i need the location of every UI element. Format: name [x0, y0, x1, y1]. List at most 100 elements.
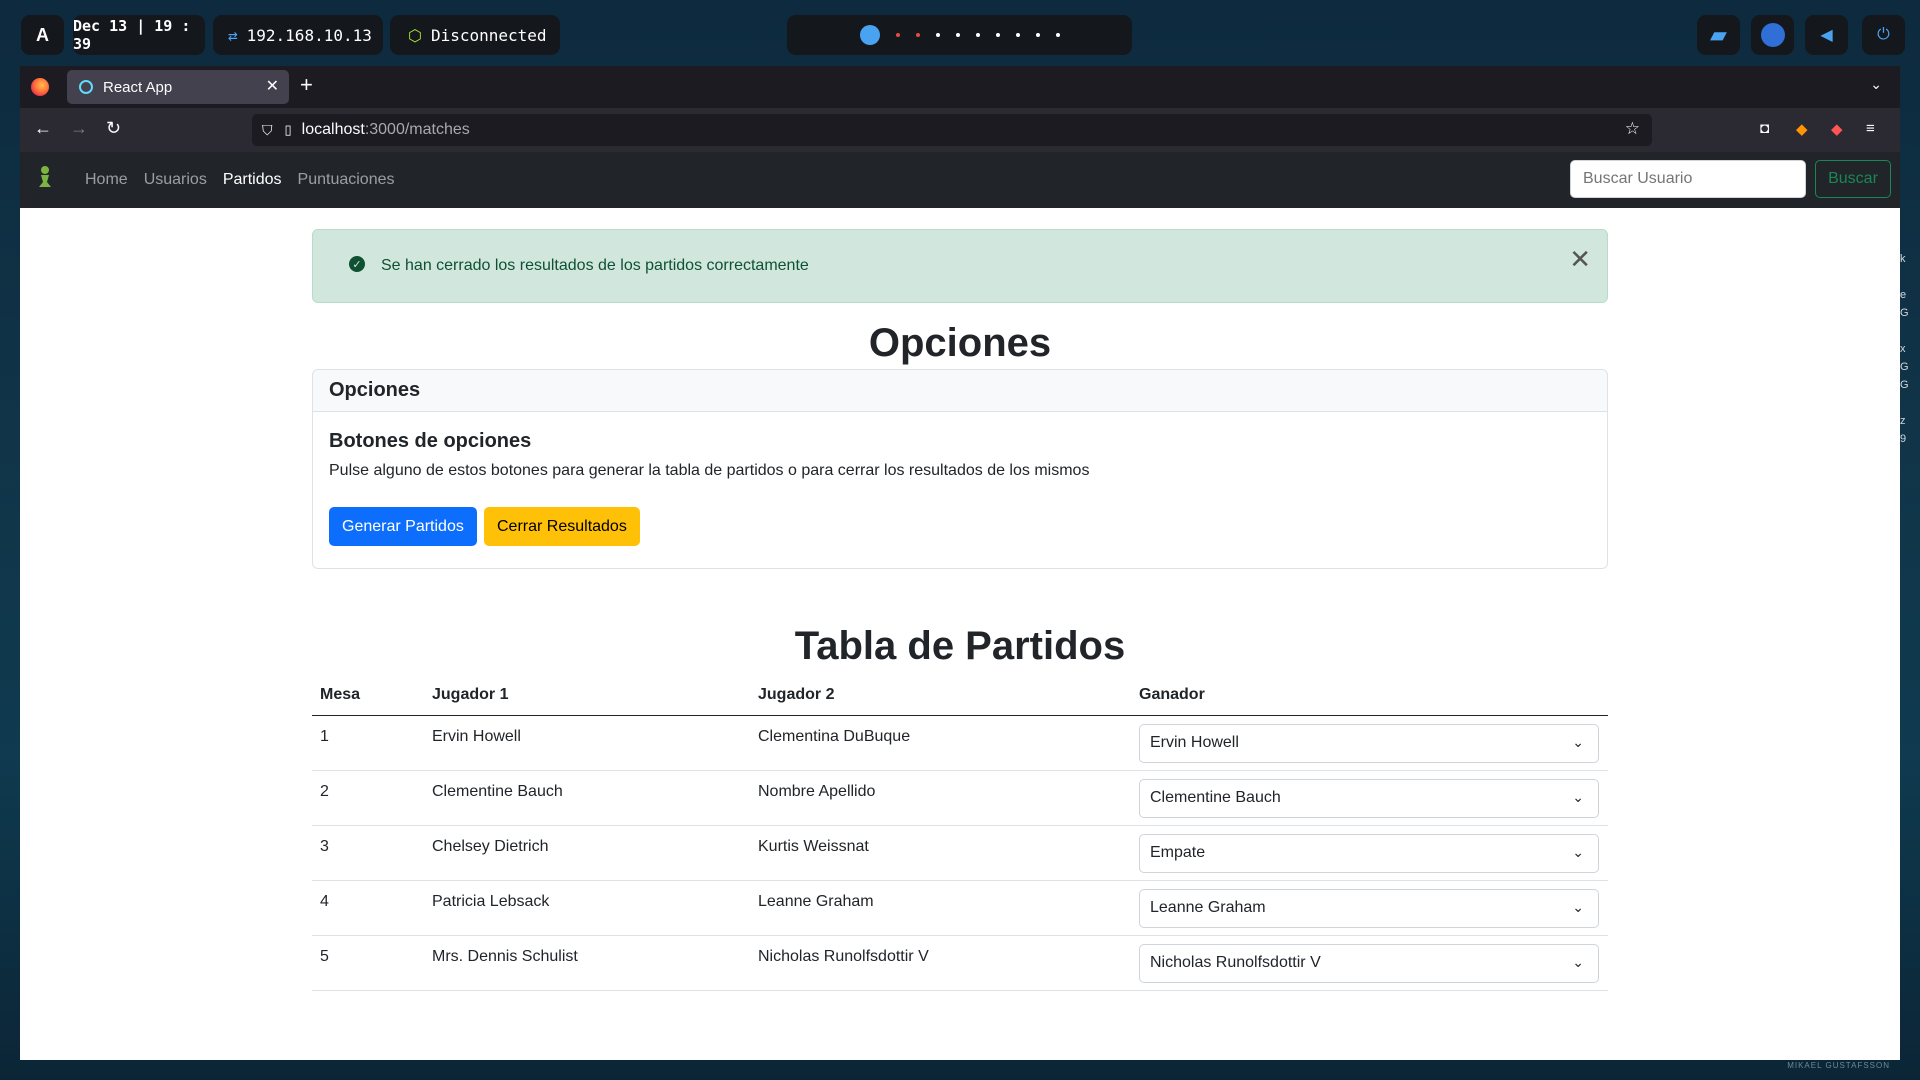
options-card: Opciones Botones de opciones Pulse algun… — [312, 369, 1608, 569]
bookmark-star-icon[interactable]: ☆ — [1625, 119, 1640, 139]
desktop-topbar: A Dec 13 | 19 : 39 ⇄ 192.168.10.13 ⬡ Dis… — [0, 0, 1920, 66]
datetime-widget[interactable]: Dec 13 | 19 : 39 — [73, 15, 205, 55]
extension-icon[interactable]: ◆ — [1796, 120, 1808, 138]
volume-button[interactable]: ◀ — [1805, 15, 1848, 55]
chevron-down-icon[interactable]: ⌄ — [1870, 76, 1882, 93]
close-alert-icon[interactable]: ✕ — [1569, 246, 1591, 272]
chevron-down-icon: ⌄ — [1572, 953, 1584, 970]
launcher-logo: A — [36, 24, 49, 45]
ip-widget[interactable]: ⇄ 192.168.10.13 — [213, 15, 383, 55]
column-header-jugador1: Jugador 1 — [424, 675, 750, 716]
workspace-3-indicator[interactable] — [915, 33, 920, 37]
cell-jugador1: Patricia Lebsack — [424, 880, 750, 936]
search-button[interactable]: Buscar — [1815, 160, 1891, 198]
reload-icon[interactable]: ↻ — [106, 118, 121, 139]
tab-title: React App — [103, 78, 173, 96]
card-body: Botones de opciones Pulse alguno de esto… — [313, 412, 1607, 496]
winner-value: Nicholas Runolfsdottir V — [1150, 954, 1321, 971]
cell-mesa: 2 — [312, 770, 424, 826]
cell-jugador2: Leanne Graham — [750, 880, 1131, 936]
close-results-button[interactable]: Cerrar Resultados — [484, 507, 640, 546]
winner-select[interactable]: Ervin Howell ⌄ — [1139, 723, 1599, 763]
vpn-icon: ⬡ — [408, 25, 422, 45]
cell-mesa: 1 — [312, 715, 424, 771]
page-icon: ▯ — [284, 122, 292, 137]
shield-icon[interactable]: ⛉ — [262, 122, 273, 139]
generate-matches-button[interactable]: Generar Partidos — [329, 507, 477, 546]
workspace-4-indicator[interactable] — [935, 33, 940, 37]
workspace-1-indicator[interactable] — [859, 25, 880, 45]
vpn-widget[interactable]: ⬡ Disconnected — [390, 15, 560, 55]
winner-select[interactable]: Leanne Graham ⌄ — [1139, 888, 1599, 928]
workspace-switcher[interactable] — [787, 15, 1132, 55]
firefox-launcher[interactable] — [1751, 15, 1794, 55]
cell-ganador: Clementine Bauch ⌄ — [1131, 770, 1608, 826]
nav-usuarios[interactable]: Usuarios — [144, 171, 207, 189]
matches-table: Mesa Jugador 1 Jugador 2 Ganador 1 Ervin… — [312, 675, 1608, 991]
cell-jugador1: Chelsey Dietrich — [424, 825, 750, 881]
background-terminal-text: keGxGGz9 — [1900, 253, 1909, 445]
vpn-status-text: Disconnected — [430, 25, 547, 45]
check-circle-icon: ✓ — [349, 256, 365, 272]
firefox-view-icon[interactable] — [31, 78, 49, 96]
app-navbar: Home Usuarios Partidos Puntuaciones Busc… — [20, 152, 1900, 208]
cell-mesa: 4 — [312, 880, 424, 936]
table-header-row: Mesa Jugador 1 Jugador 2 Ganador — [312, 675, 1608, 716]
workspace-9-indicator[interactable] — [1035, 33, 1040, 37]
winner-value: Clementine Bauch — [1150, 789, 1281, 806]
nav-home[interactable]: Home — [85, 171, 128, 189]
winner-value: Ervin Howell — [1150, 734, 1239, 751]
winner-value: Leanne Graham — [1150, 899, 1266, 916]
close-tab-icon[interactable]: ✕ — [266, 76, 279, 96]
workspace-8-indicator[interactable] — [1015, 33, 1020, 37]
winner-select[interactable]: Empate ⌄ — [1139, 833, 1599, 873]
table-row: 3 Chelsey Dietrich Kurtis Weissnat Empat… — [312, 825, 1608, 881]
chevron-down-icon: ⌄ — [1572, 843, 1584, 860]
network-icon: ⇄ — [228, 25, 238, 45]
table-row: 5 Mrs. Dennis Schulist Nicholas Runolfsd… — [312, 935, 1608, 991]
new-tab-button[interactable]: + — [300, 72, 313, 98]
card-header: Opciones — [313, 370, 1607, 412]
cell-jugador1: Mrs. Dennis Schulist — [424, 935, 750, 991]
url-host: localhost — [301, 121, 365, 138]
cell-ganador: Nicholas Runolfsdottir V ⌄ — [1131, 935, 1608, 991]
back-arrow-icon[interactable]: ← — [34, 118, 52, 139]
cell-jugador2: Kurtis Weissnat — [750, 825, 1131, 881]
forward-arrow-icon[interactable]: → — [70, 118, 88, 139]
workspace-2-indicator[interactable] — [895, 33, 900, 37]
extension-2-icon[interactable]: ◆ — [1831, 120, 1843, 138]
workspace-10-indicator[interactable] — [1055, 33, 1060, 37]
card-title: Botones de opciones — [329, 430, 532, 452]
chevron-down-icon: ⌄ — [1572, 733, 1584, 750]
url-bar[interactable]: ⛉ ▯ localhost:3000/matches ☆ — [252, 114, 1652, 146]
column-header-ganador: Ganador — [1131, 675, 1608, 716]
wallpaper-watermark: MIKAEL GUSTAFSSON — [1787, 1061, 1890, 1070]
firefox-icon — [1760, 23, 1785, 47]
browser-window: React App ✕ + ⌄ ← → ↻ ⛉ ▯ localhost:3000… — [20, 66, 1900, 1060]
react-favicon-icon — [79, 80, 93, 94]
datetime-text: Dec 13 | 19 : 39 — [73, 17, 191, 53]
winner-select[interactable]: Nicholas Runolfsdottir V ⌄ — [1139, 943, 1599, 983]
power-icon: ⏻ — [1877, 26, 1890, 43]
workspace-7-indicator[interactable] — [995, 33, 1000, 37]
pocket-icon[interactable]: ◘ — [1760, 120, 1769, 137]
chess-pawn-icon[interactable] — [36, 165, 54, 189]
tab-react-app[interactable]: React App ✕ — [67, 70, 289, 104]
winner-select[interactable]: Clementine Bauch ⌄ — [1139, 778, 1599, 818]
column-header-mesa: Mesa — [312, 675, 424, 716]
search-user-input[interactable] — [1570, 160, 1806, 198]
nav-puntuaciones[interactable]: Puntuaciones — [298, 171, 395, 189]
launcher-button[interactable]: A — [21, 15, 64, 55]
workspace-6-indicator[interactable] — [975, 33, 980, 37]
cell-jugador2: Nicholas Runolfsdottir V — [750, 935, 1131, 991]
files-launcher[interactable]: ▰ — [1697, 15, 1740, 55]
power-button[interactable]: ⏻ — [1862, 15, 1905, 55]
nav-partidos[interactable]: Partidos — [223, 171, 282, 189]
cell-jugador1: Clementine Bauch — [424, 770, 750, 826]
options-heading: Opciones — [868, 321, 1052, 365]
page-viewport: Home Usuarios Partidos Puntuaciones Busc… — [20, 152, 1900, 1060]
menu-hamburger-icon[interactable]: ≡ — [1866, 120, 1875, 137]
page-scrollbar[interactable] — [1894, 208, 1900, 1060]
chevron-down-icon: ⌄ — [1572, 788, 1584, 805]
workspace-5-indicator[interactable] — [955, 33, 960, 37]
